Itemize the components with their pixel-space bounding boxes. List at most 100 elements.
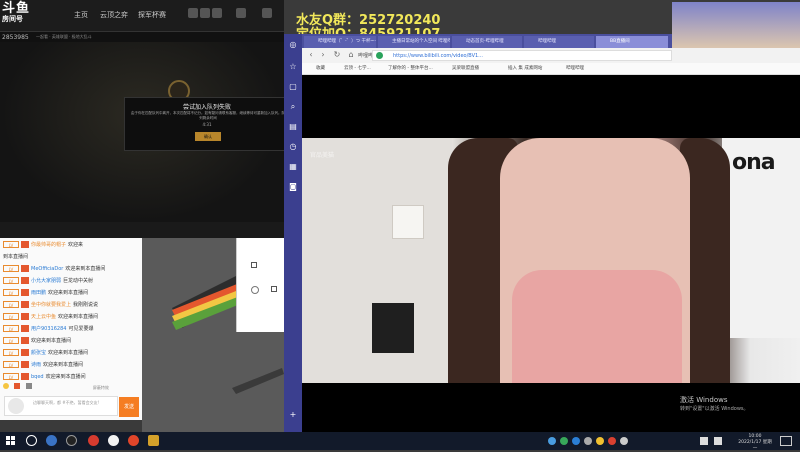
- document-icon[interactable]: ▤: [288, 122, 298, 132]
- logo-subtext: 房间号: [2, 15, 23, 23]
- speaker-object: [372, 303, 414, 353]
- taskbar-app-icon[interactable]: [148, 435, 159, 446]
- wall-socket: [392, 205, 424, 239]
- chat-username[interactable]: 天上云中鱼: [31, 314, 56, 320]
- toolbar-icon[interactable]: [188, 8, 198, 18]
- clock[interactable]: 10:00 2022/1/17 星期一: [738, 434, 772, 452]
- search-icon[interactable]: ⌕: [288, 102, 298, 112]
- bookmark-item[interactable]: 云顶 - 七学...: [344, 65, 371, 71]
- chat-username[interactable]: 小允大家朋弱: [31, 278, 61, 284]
- chat-username[interactable]: 诗雨: [31, 362, 41, 368]
- tray-icon[interactable]: [584, 437, 592, 445]
- logo-text: 斗鱼: [2, 1, 31, 16]
- dialog-confirm-button[interactable]: 确认: [195, 132, 221, 141]
- tab[interactable]: 动态首页-哔哩哔哩: [452, 36, 522, 48]
- tray-icon[interactable]: [608, 437, 616, 445]
- notification-icon[interactable]: [780, 436, 792, 446]
- chat-message-text: 我刚刚说说: [73, 302, 99, 308]
- chat-message-text: 欢迎来: [68, 242, 84, 248]
- bookmark-item[interactable]: 收藏: [316, 65, 325, 71]
- douyu-logo: 斗鱼 房间号: [2, 2, 46, 30]
- chat-username[interactable]: 坐中你就要我爱上: [31, 302, 71, 308]
- taskbar-app-icon[interactable]: [46, 435, 57, 446]
- bookmark-item[interactable]: 吴梁联盟直播: [452, 65, 479, 71]
- nav-cup[interactable]: 探军杯赛: [138, 10, 166, 20]
- bookmark-item[interactable]: 了解你的 - 整体平台...: [388, 65, 433, 71]
- taskbar-app-icon[interactable]: [108, 435, 119, 446]
- chat-message-row: LV 小允大家朋弱 巨龙动中关射: [3, 276, 141, 287]
- camera-icon[interactable]: ◙: [288, 182, 298, 192]
- clock-icon[interactable]: ◷: [288, 142, 298, 152]
- tab[interactable]: 哔哩哔哩: [524, 36, 594, 48]
- home-icon[interactable]: ⌂: [346, 49, 356, 61]
- reload-icon[interactable]: ↻: [332, 49, 342, 61]
- chat-message-row: LV 诗雨 欢迎来到本直播间: [3, 360, 141, 371]
- address-bar[interactable]: https://www.bilibili.com/video/BV1...: [372, 50, 672, 61]
- taskbar-app-icon[interactable]: [128, 435, 139, 446]
- chat-message-text: 欢迎来到本直播间: [48, 350, 89, 356]
- windows-activation-notice: 激活 Windows 转到"设置"以激活 Windows。: [680, 395, 749, 412]
- emoji-icon[interactable]: [3, 383, 9, 389]
- checkbox[interactable]: [251, 262, 257, 268]
- tab-active[interactable]: BB直播间: [596, 36, 668, 48]
- browser-logo-icon[interactable]: ◎: [288, 40, 298, 50]
- grid-icon[interactable]: ▦: [288, 162, 298, 172]
- bookmark-item[interactable]: 哔哩哔哩: [566, 65, 584, 71]
- network-icon[interactable]: [700, 437, 708, 445]
- taskbar-app-icon[interactable]: [66, 435, 77, 446]
- toolbar-icon[interactable]: [212, 8, 222, 18]
- chat-message-row: LV 天上云中鱼 欢迎来到本直播间: [3, 312, 141, 323]
- chat-username[interactable]: 颜张宝: [31, 350, 46, 356]
- block-effects-label[interactable]: 屏蔽特效: [93, 385, 109, 390]
- taskbar-app-icon[interactable]: [88, 435, 99, 446]
- clock-date: 2022/1/17 星期一: [738, 440, 772, 451]
- toolbar-icon[interactable]: [236, 8, 246, 18]
- toolbar-icon[interactable]: [200, 8, 210, 18]
- volume-icon[interactable]: [714, 437, 722, 445]
- gear-icon[interactable]: [251, 286, 259, 294]
- chat-username[interactable]: MeOfficiaDor: [31, 266, 63, 272]
- send-button[interactable]: 发送: [119, 397, 139, 417]
- fan-badge-icon: [21, 289, 29, 296]
- chat-message-row: LV 坐中你就要我爱上 我刚刚说说: [3, 300, 141, 311]
- forward-icon[interactable]: ›: [318, 49, 328, 61]
- gift-icon[interactable]: [14, 383, 21, 389]
- nav-home[interactable]: 主页: [74, 10, 88, 20]
- tray-icon[interactable]: [560, 437, 568, 445]
- checkbox-checked[interactable]: [271, 286, 277, 292]
- tray-icon[interactable]: [572, 437, 580, 445]
- chat-username[interactable]: 雨田鹏: [31, 290, 46, 296]
- chat-username[interactable]: 你最帅哥的帽子: [31, 242, 66, 248]
- search-icon[interactable]: [26, 435, 37, 446]
- windows-taskbar: [0, 432, 800, 450]
- qq-group-text: 水友Q群：252720240: [296, 13, 441, 28]
- chat-message-text: 欢迎来到本直播间: [48, 290, 89, 296]
- back-icon[interactable]: ‹: [306, 49, 316, 61]
- chat-message-row: LV MeOfficiaDor 欢迎来到本直播间: [3, 264, 141, 275]
- tab[interactable]: 哔哩哔哩（゜-゜）つ 干杯~-bili...: [304, 36, 376, 48]
- video-watermark: 官品美猫: [310, 152, 335, 159]
- tab[interactable]: 主播日常站的个人空间 哔哩哔哩...: [378, 36, 450, 48]
- star-icon[interactable]: ☆: [288, 62, 298, 72]
- fan-badge-icon: [21, 277, 29, 284]
- chat-message-text: 欢迎来到本直播间: [45, 374, 86, 380]
- dialog-body: 由于你在匹配队列中离开，本次匹配将不记分。如有疑问请联系客服，继续等待可重新加入…: [131, 111, 285, 120]
- start-icon[interactable]: [6, 436, 16, 446]
- chat-message-text: 可见爱要爆: [68, 326, 94, 332]
- tray-icon[interactable]: [596, 437, 604, 445]
- chat-message-row: LV 颜张宝 欢迎来到本直播间: [3, 348, 141, 359]
- chat-username[interactable]: bqed: [31, 374, 44, 380]
- fan-badge-icon: [21, 325, 29, 332]
- add-icon[interactable]: +: [288, 410, 298, 420]
- tray-icon[interactable]: [548, 437, 556, 445]
- fan-icon[interactable]: [25, 383, 32, 389]
- user-level-badge: LV: [3, 361, 19, 368]
- tray-icon[interactable]: [620, 437, 628, 445]
- chat-message-text: 欢迎来到本直播间: [43, 362, 84, 368]
- bookmark-item[interactable]: 插入 集 成素网站: [508, 65, 542, 71]
- bookmark-icon[interactable]: ▢: [288, 82, 298, 92]
- user-level-badge: LV: [3, 349, 19, 356]
- nav-tft[interactable]: 云顶之弈: [100, 10, 128, 20]
- chat-username[interactable]: 用户90316284: [31, 326, 66, 332]
- toolbar-icon[interactable]: [262, 8, 272, 18]
